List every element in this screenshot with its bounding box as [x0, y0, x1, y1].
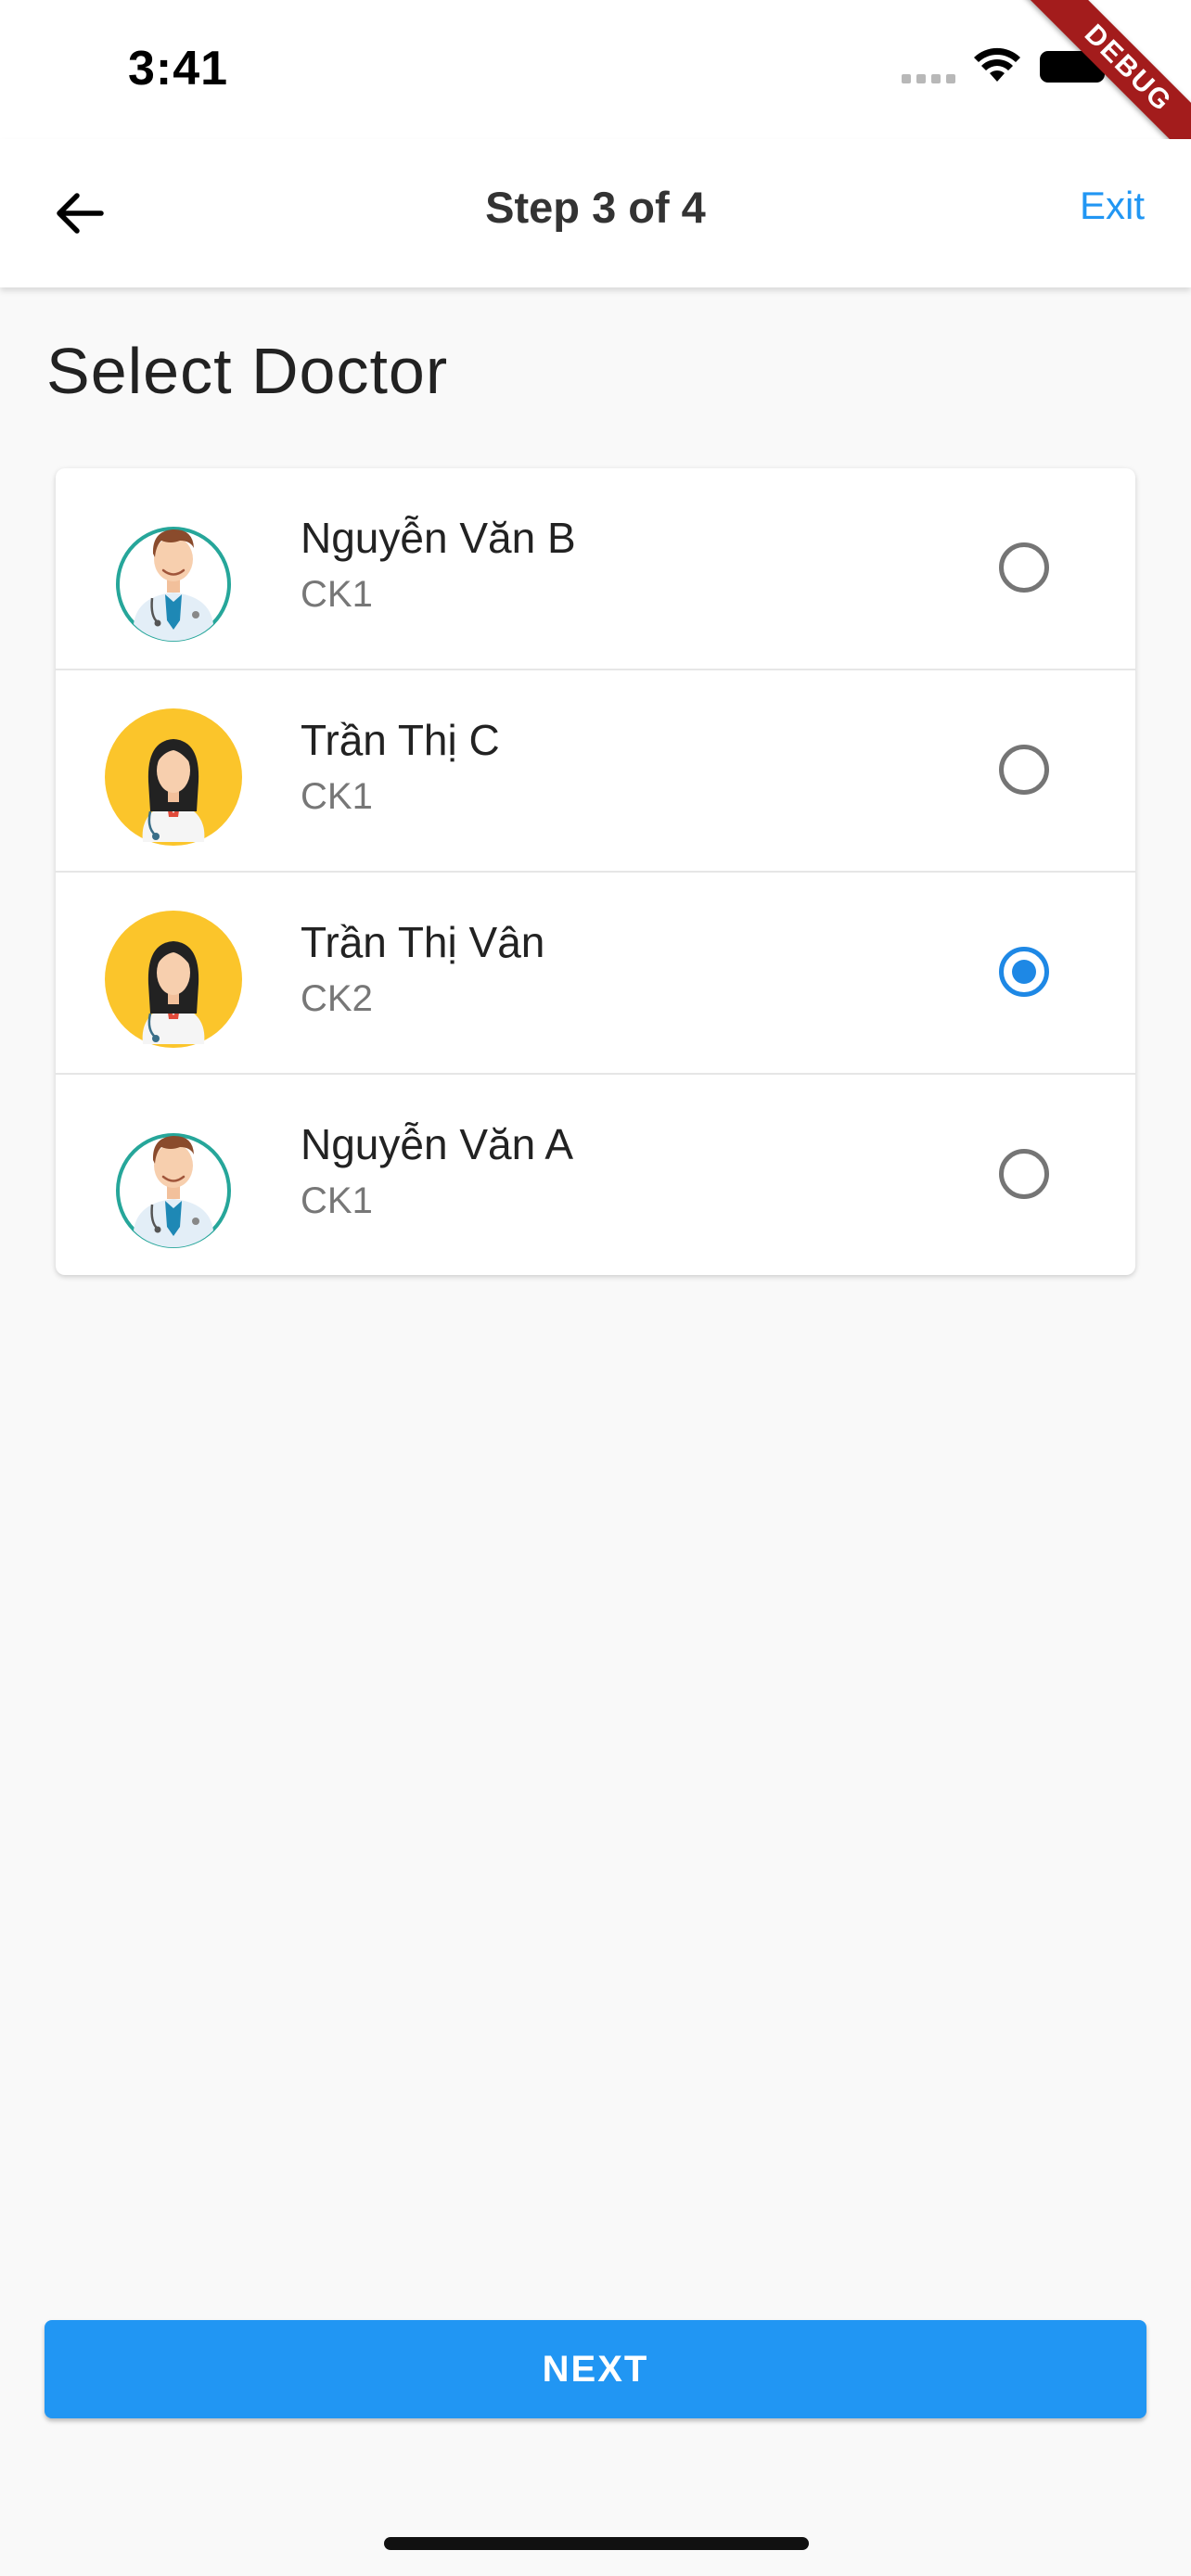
doctor-name: Trần Thị C: [301, 716, 500, 764]
doctor-name: Nguyễn Văn A: [301, 1120, 574, 1168]
status-bar: 3:41: [0, 0, 1191, 139]
female-doctor-avatar-icon: [105, 911, 242, 1048]
doctor-rank: CK2: [301, 978, 373, 1019]
doctor-name: Nguyễn Văn B: [301, 514, 576, 562]
doctor-name: Trần Thị Vân: [301, 918, 545, 966]
doctor-radio-button[interactable]: [999, 1149, 1049, 1199]
doctor-radio-button[interactable]: [999, 542, 1049, 593]
doctor-list-item[interactable]: Nguyễn Văn A CK1: [56, 1075, 1135, 1275]
battery-icon: [1040, 51, 1110, 83]
app-bar: Step 3 of 4 Exit: [0, 139, 1191, 287]
doctor-radio-button[interactable]: [999, 745, 1049, 795]
home-indicator[interactable]: [384, 2537, 809, 2550]
female-doctor-avatar-icon: [105, 708, 242, 846]
doctor-list-item[interactable]: Trần Thị C CK1: [56, 670, 1135, 873]
exit-button[interactable]: Exit: [1080, 184, 1145, 228]
wifi-icon: [974, 47, 1020, 82]
male-doctor-avatar-icon: [116, 527, 231, 642]
page-title: Select Doctor: [46, 335, 449, 407]
doctor-rank: CK1: [301, 1180, 373, 1221]
status-time: 3:41: [128, 42, 229, 96]
doctor-radio-button-selected[interactable]: [999, 947, 1049, 997]
doctor-rank: CK1: [301, 776, 373, 817]
step-title: Step 3 of 4: [485, 183, 706, 232]
screen: 3:41 DEBUG Step 3 of 4 Exit Select Docto…: [0, 0, 1191, 2576]
doctor-list-item[interactable]: Nguyễn Văn B CK1: [56, 468, 1135, 670]
doctor-rank: CK1: [301, 574, 373, 615]
next-button[interactable]: NEXT: [45, 2320, 1146, 2418]
doctor-list-item[interactable]: Trần Thị Vân CK2: [56, 873, 1135, 1075]
male-doctor-avatar-icon: [116, 1133, 231, 1248]
doctor-list: Nguyễn Văn B CK1 Trần Thị C CK1 Trần Thị…: [56, 468, 1135, 1275]
cellular-signal-icon: [902, 74, 955, 83]
